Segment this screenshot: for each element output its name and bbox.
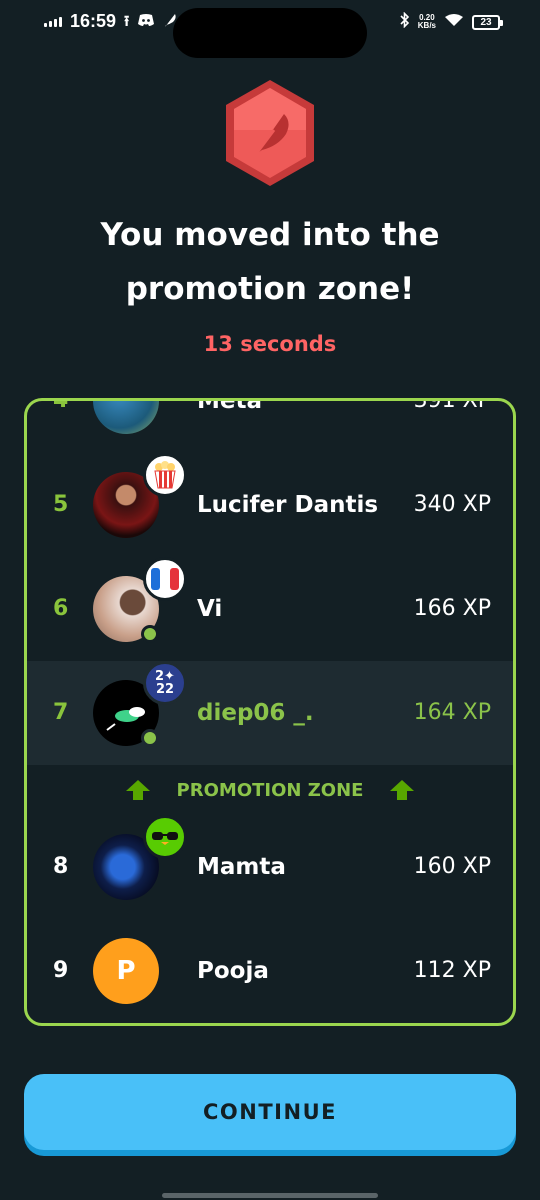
status-left: 16:59 ⭱ xyxy=(44,10,177,32)
xp-value: 112 XP xyxy=(413,958,491,983)
user-name: Lucifer Dantis xyxy=(197,492,379,518)
battery-level: 23 xyxy=(480,16,492,28)
ruby-league-icon xyxy=(226,80,314,186)
user-name: Pooja xyxy=(197,958,269,984)
france-flag-icon xyxy=(143,557,187,601)
league-badge xyxy=(222,78,318,188)
home-indicator[interactable] xyxy=(162,1193,378,1198)
network-speed-unit: KB/s xyxy=(417,21,436,30)
clock: 16:59 xyxy=(70,10,117,31)
status-right: 0.20 KB/s 23 xyxy=(400,11,503,33)
rank-number: 4 xyxy=(53,398,69,413)
rank-number: 7 xyxy=(53,700,69,725)
user-name: Vi xyxy=(197,596,223,622)
battery-icon: 23 xyxy=(472,14,503,30)
cell-signal-icon xyxy=(44,15,62,27)
online-indicator xyxy=(141,729,159,747)
xp-value: 391 XP xyxy=(413,398,491,413)
promotion-zone-divider: PROMOTION ZONE xyxy=(27,765,513,815)
headline-line-2: promotion zone! xyxy=(125,271,415,307)
avatar xyxy=(93,401,159,434)
duo-sunglasses-icon xyxy=(143,815,187,859)
promotion-headline: You moved into the promotion zone! xyxy=(0,208,540,316)
bluetooth-icon xyxy=(400,11,410,33)
promotion-zone-label: PROMOTION ZONE xyxy=(176,779,364,801)
continue-button[interactable]: CONTINUE xyxy=(24,1074,516,1150)
leaderboard-panel: 4 Meta 391 XP 5 Lucifer Dantis 340 XP 6 … xyxy=(24,398,516,1026)
rank-number: 5 xyxy=(53,492,69,517)
leaderboard-row[interactable]: 6 Vi 166 XP xyxy=(27,557,513,661)
popcorn-icon xyxy=(143,453,187,497)
xp-value: 166 XP xyxy=(413,596,491,621)
wifi-icon xyxy=(444,13,464,32)
user-name: diep06 _. xyxy=(197,700,314,726)
headline-line-1: You moved into the xyxy=(100,217,440,253)
timer-text: 13 seconds xyxy=(203,332,337,356)
rank-number: 8 xyxy=(53,854,69,879)
badge-2022-bottom: 22 xyxy=(155,682,175,697)
rank-number: 9 xyxy=(53,958,69,983)
leaderboard-row[interactable]: 9 P Pooja 112 XP xyxy=(27,919,513,1023)
xp-value: 340 XP xyxy=(413,492,491,517)
avatar-letter: P xyxy=(116,956,136,986)
xp-value: 164 XP xyxy=(413,700,491,725)
leaderboard-row[interactable]: 8 Mamta 160 XP xyxy=(27,815,513,919)
leaderboard-row[interactable]: 4 Meta 391 XP xyxy=(27,398,513,453)
avatar: P xyxy=(93,938,159,1004)
arrow-up-icon xyxy=(125,780,150,800)
user-name: Mamta xyxy=(197,854,286,880)
online-indicator xyxy=(141,625,159,643)
leaderboard-row[interactable]: 5 Lucifer Dantis 340 XP xyxy=(27,453,513,557)
leaderboard-row-current-user[interactable]: 7 2✦ 22 diep06 _. 164 XP xyxy=(27,661,513,765)
rank-number: 6 xyxy=(53,596,69,621)
user-name: Meta xyxy=(197,398,263,414)
arrow-up-icon xyxy=(390,780,415,800)
upload-icon: ⭱ xyxy=(124,12,130,30)
2022-badge-icon: 2✦ 22 xyxy=(143,661,187,705)
camera-notch xyxy=(173,8,367,58)
xp-value: 160 XP xyxy=(413,854,491,879)
status-bar: 16:59 ⭱ 0.20 KB/s 23 xyxy=(0,0,540,58)
discord-icon xyxy=(137,13,155,30)
network-speed: 0.20 KB/s xyxy=(418,14,436,30)
